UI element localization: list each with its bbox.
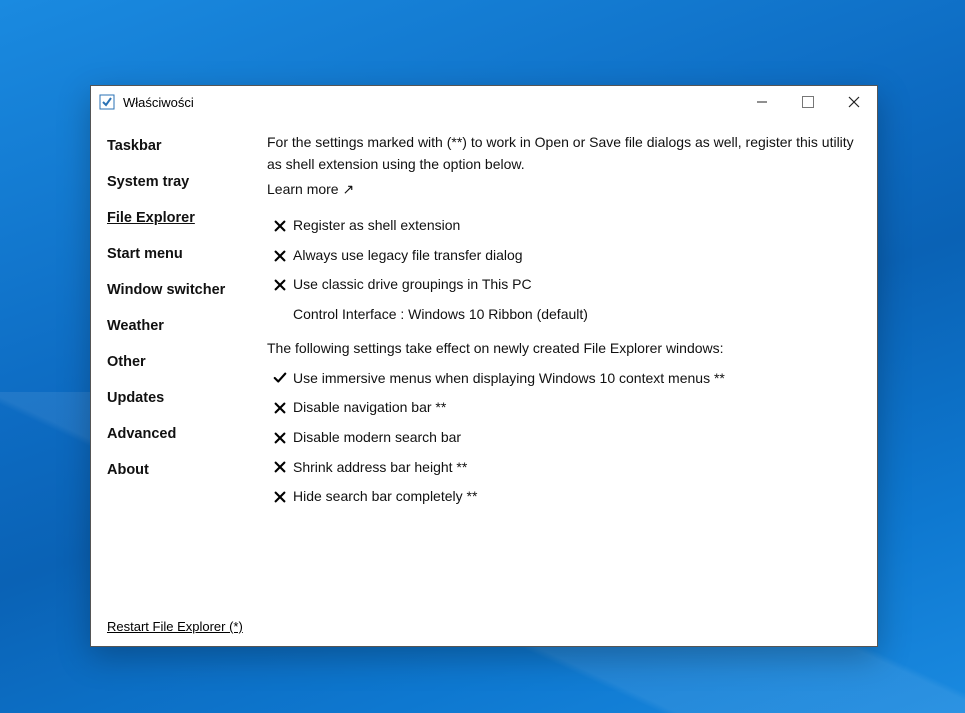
sidebar-item-taskbar[interactable]: Taskbar [91, 128, 263, 164]
setting-label: Control Interface : Windows 10 Ribbon (d… [293, 304, 857, 326]
properties-window: Właściwości Taskbar System tray File Explo… [90, 85, 878, 647]
sidebar-item-other[interactable]: Other [91, 344, 263, 380]
sidebar-item-label: Weather [107, 318, 164, 334]
setting-row[interactable]: Hide search bar completely ** [267, 482, 857, 512]
sidebar-item-updates[interactable]: Updates [91, 380, 263, 416]
setting-label: Always use legacy file transfer dialog [293, 245, 857, 267]
desktop-background: Właściwości Taskbar System tray File Explo… [0, 0, 965, 713]
setting-row[interactable]: Always use legacy file transfer dialog [267, 241, 857, 271]
minimize-button[interactable] [739, 86, 785, 118]
section-title: The following settings take effect on ne… [267, 338, 857, 360]
x-icon [267, 431, 293, 445]
learn-more-link[interactable]: Learn more ↗ [267, 179, 857, 201]
window-controls [739, 86, 877, 118]
sidebar-item-label: Updates [107, 390, 164, 406]
sidebar-item-file-explorer[interactable]: File Explorer [91, 200, 263, 236]
app-icon [99, 94, 115, 110]
setting-label: Hide search bar completely ** [293, 486, 857, 508]
x-icon [267, 278, 293, 292]
x-icon [267, 490, 293, 504]
setting-row[interactable]: Control Interface : Windows 10 Ribbon (d… [267, 300, 857, 330]
sidebar-item-label: File Explorer [107, 210, 195, 226]
maximize-button[interactable] [785, 86, 831, 118]
sidebar-item-weather[interactable]: Weather [91, 308, 263, 344]
content-pane: For the settings marked with (**) to wor… [263, 118, 877, 646]
sidebar-item-about[interactable]: About [91, 452, 263, 488]
sidebar-item-system-tray[interactable]: System tray [91, 164, 263, 200]
sidebar-item-label: Taskbar [107, 138, 162, 154]
sidebar-item-window-switcher[interactable]: Window switcher [91, 272, 263, 308]
x-icon [267, 460, 293, 474]
sidebar-item-advanced[interactable]: Advanced [91, 416, 263, 452]
sidebar-item-label: Other [107, 354, 146, 370]
sidebar: Taskbar System tray File Explorer Start men… [91, 118, 263, 646]
setting-row[interactable]: Disable navigation bar ** [267, 393, 857, 423]
setting-row[interactable]: Disable modern search bar [267, 423, 857, 453]
sidebar-item-label: System tray [107, 174, 189, 190]
setting-label: Disable modern search bar [293, 427, 857, 449]
setting-row[interactable]: Register as shell extension [267, 211, 857, 241]
setting-label: Register as shell extension [293, 215, 857, 237]
x-icon [267, 401, 293, 415]
titlebar: Właściwości [91, 86, 877, 118]
sidebar-item-label: Start menu [107, 246, 183, 262]
x-icon [267, 219, 293, 233]
setting-label: Use immersive menus when displaying Wind… [293, 368, 857, 390]
sidebar-item-label: Window switcher [107, 282, 225, 298]
sidebar-item-start-menu[interactable]: Start menu [91, 236, 263, 272]
setting-label: Shrink address bar height ** [293, 457, 857, 479]
window-body: Taskbar System tray File Explorer Start men… [91, 118, 877, 646]
window-title: Właściwości [123, 95, 739, 110]
check-icon [267, 371, 293, 385]
sidebar-item-label: About [107, 462, 149, 478]
close-button[interactable] [831, 86, 877, 118]
setting-row[interactable]: Shrink address bar height ** [267, 453, 857, 483]
setting-row[interactable]: Use classic drive groupings in This PC [267, 270, 857, 300]
setting-label: Disable navigation bar ** [293, 397, 857, 419]
x-icon [267, 249, 293, 263]
restart-file-explorer-link[interactable]: Restart File Explorer (*) [107, 619, 243, 634]
setting-row[interactable]: Use immersive menus when displaying Wind… [267, 364, 857, 394]
intro-text: For the settings marked with (**) to wor… [267, 132, 857, 175]
sidebar-item-label: Advanced [107, 426, 176, 442]
setting-label: Use classic drive groupings in This PC [293, 274, 857, 296]
